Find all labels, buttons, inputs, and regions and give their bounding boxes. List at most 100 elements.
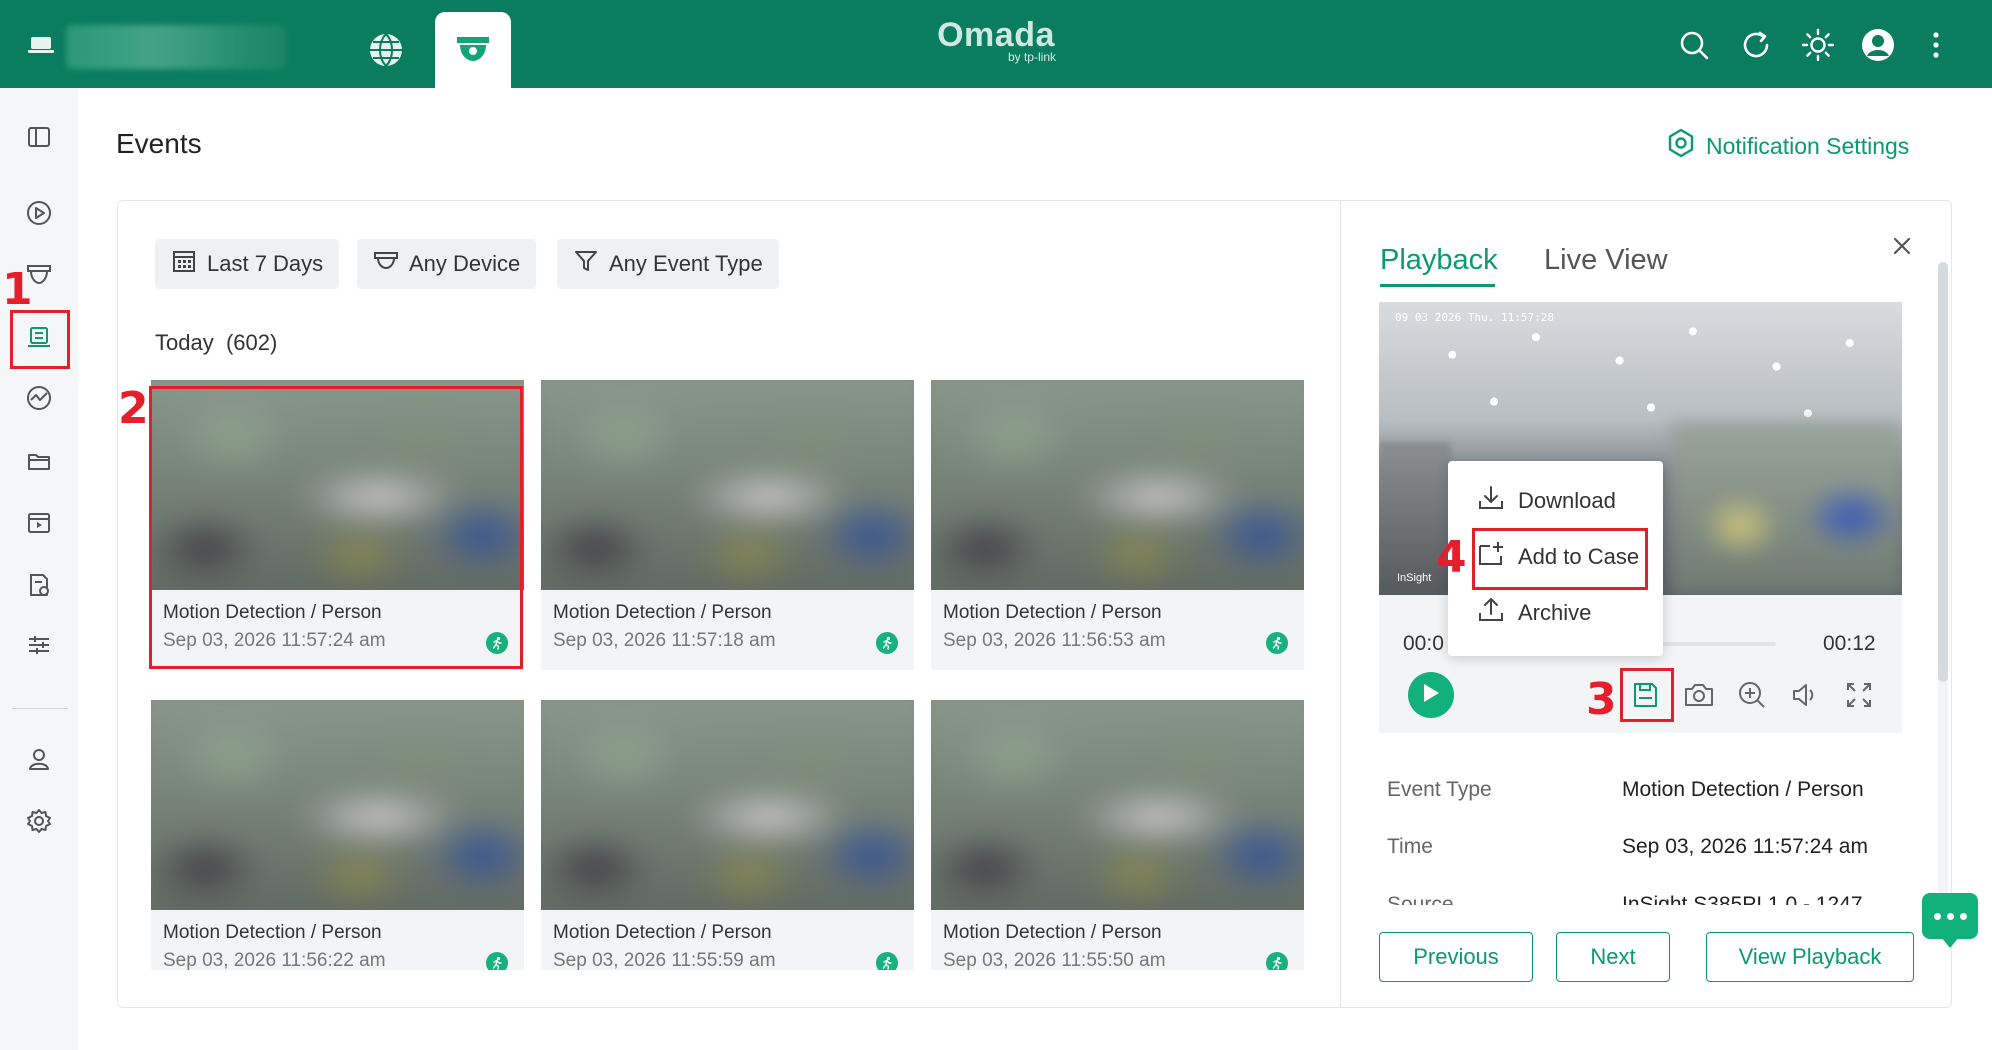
notification-settings-link[interactable]: Notification Settings	[1666, 128, 1909, 164]
tab-playback[interactable]: Playback	[1380, 244, 1498, 277]
event-card[interactable]: Motion Detection / Person Sep 03, 2026 1…	[541, 700, 914, 970]
chat-bubble-tail	[1940, 936, 1960, 948]
camera-snapshot-icon[interactable]	[1682, 678, 1716, 712]
upload-icon	[1476, 595, 1506, 631]
filter-event-type[interactable]: Any Event Type	[557, 239, 779, 289]
omada-logo: Omada by tp-link	[936, 18, 1056, 64]
event-thumbnail	[541, 700, 914, 910]
user-icon[interactable]	[22, 742, 56, 776]
close-icon[interactable]	[1888, 232, 1916, 260]
event-thumbnail	[541, 380, 914, 590]
event-card[interactable]: Motion Detection / Person Sep 03, 2026 1…	[931, 700, 1304, 970]
more-icon[interactable]	[1918, 27, 1954, 63]
event-title: Motion Detection / Person	[943, 602, 1162, 623]
next-button[interactable]: Next	[1556, 932, 1670, 982]
laptop-icon[interactable]	[28, 36, 54, 54]
panel-divider	[1340, 200, 1341, 1008]
running-person-icon	[1266, 952, 1288, 970]
hexagon-gear-icon	[1666, 128, 1696, 164]
event-title: Motion Detection / Person	[163, 922, 382, 943]
panel-toggle-icon[interactable]	[22, 120, 56, 154]
running-person-icon	[876, 632, 898, 654]
gear-icon[interactable]	[22, 804, 56, 838]
video-osd-timestamp: 09 03 2026 Thu. 11:57:28	[1395, 311, 1554, 324]
annotation-4: 4	[1436, 532, 1467, 583]
volume-icon[interactable]	[1788, 678, 1822, 712]
avatar[interactable]	[1860, 27, 1896, 63]
event-title: Motion Detection / Person	[553, 602, 772, 623]
zoom-in-icon[interactable]	[1735, 678, 1769, 712]
menu-item-download[interactable]: Download	[1476, 481, 1616, 521]
download-icon	[1476, 483, 1506, 519]
view-playback-button[interactable]: View Playback	[1706, 932, 1914, 982]
running-person-icon	[486, 952, 508, 970]
filter-date-label: Last 7 Days	[207, 251, 324, 276]
event-title: Motion Detection / Person	[553, 922, 772, 943]
play-button[interactable]	[1408, 672, 1454, 718]
camera-icon	[373, 248, 399, 280]
filter-device-label: Any Device	[409, 251, 521, 276]
sliders-icon[interactable]	[22, 628, 56, 662]
fullscreen-icon[interactable]	[1842, 678, 1876, 712]
running-person-icon	[1266, 632, 1288, 654]
chat-support-button[interactable]	[1922, 893, 1978, 939]
event-time: Sep 03, 2026 11:56:53 am	[943, 630, 1166, 651]
tab-active-indicator	[1380, 284, 1495, 287]
camera-icon	[455, 33, 491, 68]
detail-fade	[1380, 905, 1925, 930]
detail-value-time: Sep 03, 2026 11:57:24 am	[1622, 835, 1868, 858]
site-selector[interactable]	[66, 25, 286, 69]
filter-date[interactable]: Last 7 Days	[155, 239, 340, 289]
annotation-box-events	[10, 310, 70, 369]
funnel-icon	[573, 248, 599, 280]
time-elapsed: 00:0	[1403, 632, 1444, 655]
tab-live-view[interactable]: Live View	[1544, 244, 1668, 277]
annotation-box-save-clip	[1620, 668, 1674, 722]
filter-device[interactable]: Any Device	[357, 239, 537, 289]
detail-value-event-type: Motion Detection / Person	[1622, 778, 1864, 801]
scrollbar-thumb[interactable]	[1938, 262, 1948, 682]
progress-bar[interactable]	[1660, 642, 1776, 646]
calendar-icon	[171, 248, 197, 280]
event-card[interactable]: Motion Detection / Person Sep 03, 2026 1…	[931, 380, 1304, 670]
event-time: Sep 03, 2026 11:55:59 am	[553, 950, 776, 970]
annotation-2: 2	[118, 383, 149, 434]
event-thumbnail	[151, 700, 524, 910]
group-count: (602)	[225, 330, 278, 355]
menu-download-label: Download	[1518, 488, 1616, 513]
annotation-box-event-card	[149, 386, 523, 669]
refresh-icon[interactable]	[1738, 27, 1774, 63]
event-thumbnail	[931, 380, 1304, 590]
sidebar-divider	[12, 708, 68, 709]
sun-icon[interactable]	[1800, 27, 1836, 63]
group-header: Today (602)	[155, 330, 277, 356]
sidebar	[0, 88, 78, 1050]
play-circle-icon[interactable]	[22, 196, 56, 230]
event-time: Sep 03, 2026 11:57:18 am	[553, 630, 776, 651]
detail-label-event-type: Event Type	[1387, 778, 1492, 801]
event-time: Sep 03, 2026 11:55:50 am	[943, 950, 1166, 970]
event-card[interactable]: Motion Detection / Person Sep 03, 2026 1…	[151, 700, 524, 970]
menu-item-archive[interactable]: Archive	[1476, 593, 1591, 633]
event-title: Motion Detection / Person	[943, 922, 1162, 943]
annotation-box-add-to-case	[1472, 528, 1648, 590]
previous-button[interactable]: Previous	[1379, 932, 1533, 982]
video-icon[interactable]	[22, 506, 56, 540]
brand-name: Omada	[937, 16, 1055, 54]
tab-vigi-camera[interactable]	[435, 12, 511, 88]
report-icon[interactable]	[22, 568, 56, 602]
running-person-icon	[876, 952, 898, 970]
notification-settings-label: Notification Settings	[1706, 132, 1910, 159]
filter-event-type-label: Any Event Type	[609, 251, 763, 276]
group-label: Today	[155, 330, 214, 355]
event-time: Sep 03, 2026 11:56:22 am	[163, 950, 386, 970]
event-card[interactable]: Motion Detection / Person Sep 03, 2026 1…	[541, 380, 914, 670]
page-title: Events	[116, 128, 202, 159]
folder-icon[interactable]	[22, 444, 56, 478]
globe-icon[interactable]	[368, 32, 404, 68]
time-total: 00:12	[1823, 632, 1876, 655]
search-icon[interactable]	[1676, 27, 1712, 63]
annotation-3: 3	[1586, 674, 1617, 725]
chart-icon[interactable]	[22, 381, 56, 415]
video-watermark: InSight	[1397, 572, 1432, 584]
